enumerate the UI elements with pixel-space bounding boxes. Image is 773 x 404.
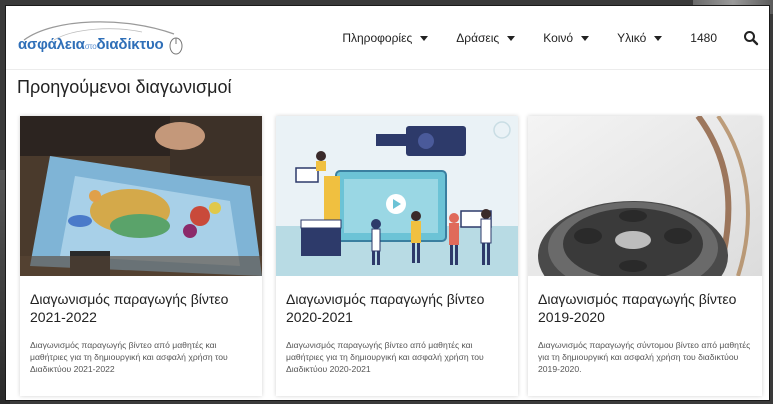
nav-item-label: 1480 <box>690 31 717 45</box>
caret-down-icon <box>420 35 429 41</box>
nav-item-label: Δράσεις <box>456 31 500 45</box>
card-description: Διαγωνισμός παραγωγής βίντεο από μαθητές… <box>30 340 228 374</box>
nav-item-label: Υλικό <box>617 31 647 45</box>
nav-item-audience[interactable]: Κοινό <box>543 31 590 45</box>
card-description: Διαγωνισμός παραγωγής βίντεο από μαθητές… <box>286 340 484 374</box>
nav-item-label: Πληροφορίες <box>342 31 413 45</box>
browser-page: ασφάλειαστοδιαδίκτυο Πληροφορίες Δράσεις… <box>5 5 770 401</box>
card-image-video-production[interactable] <box>276 116 518 276</box>
card-image-film-reel[interactable] <box>528 116 762 276</box>
contest-card[interactable]: Διαγωνισμός παραγωγής βίντεο 2021-2022 Δ… <box>20 116 262 396</box>
nav-item-information[interactable]: Πληροφορίες <box>342 31 429 45</box>
search-icon[interactable] <box>743 30 759 46</box>
site-logo[interactable]: ασφάλειαστοδιαδίκτυο <box>14 20 186 60</box>
nav-item-material[interactable]: Υλικό <box>617 31 663 45</box>
card-title[interactable]: Διαγωνισμός παραγωγής βίντεο 2019-2020 <box>538 290 754 326</box>
nav-item-actions[interactable]: Δράσεις <box>456 31 516 45</box>
contest-card[interactable]: Διαγωνισμός παραγωγής βίντεο 2019-2020 Δ… <box>528 116 762 396</box>
main-nav: Πληροφορίες Δράσεις Κοινό Υλικό 1480 <box>314 6 759 70</box>
mouse-icon <box>169 37 183 55</box>
contest-cards: Διαγωνισμός παραγωγής βίντεο 2021-2022 Δ… <box>20 116 762 396</box>
contest-card[interactable]: Διαγωνισμός παραγωγής βίντεο 2020-2021 Δ… <box>276 116 518 396</box>
nav-item-label: Κοινό <box>543 31 574 45</box>
card-image-stopmotion[interactable] <box>20 116 262 276</box>
logo-text: ασφάλειαστοδιαδίκτυο <box>18 36 164 53</box>
card-title[interactable]: Διαγωνισμός παραγωγής βίντεο 2020-2021 <box>286 290 510 326</box>
card-title[interactable]: Διαγωνισμός παραγωγής βίντεο 2021-2022 <box>30 290 254 326</box>
site-header: ασφάλειαστοδιαδίκτυο Πληροφορίες Δράσεις… <box>6 6 769 70</box>
caret-down-icon <box>654 35 663 41</box>
card-description: Διαγωνισμός παραγωγής σύντομου βίντεο απ… <box>538 340 751 374</box>
caret-down-icon <box>507 35 516 41</box>
page-title: Προηγούμενοι διαγωνισμοί <box>17 77 232 97</box>
caret-down-icon <box>581 35 590 41</box>
nav-item-helpline[interactable]: 1480 <box>690 31 717 45</box>
